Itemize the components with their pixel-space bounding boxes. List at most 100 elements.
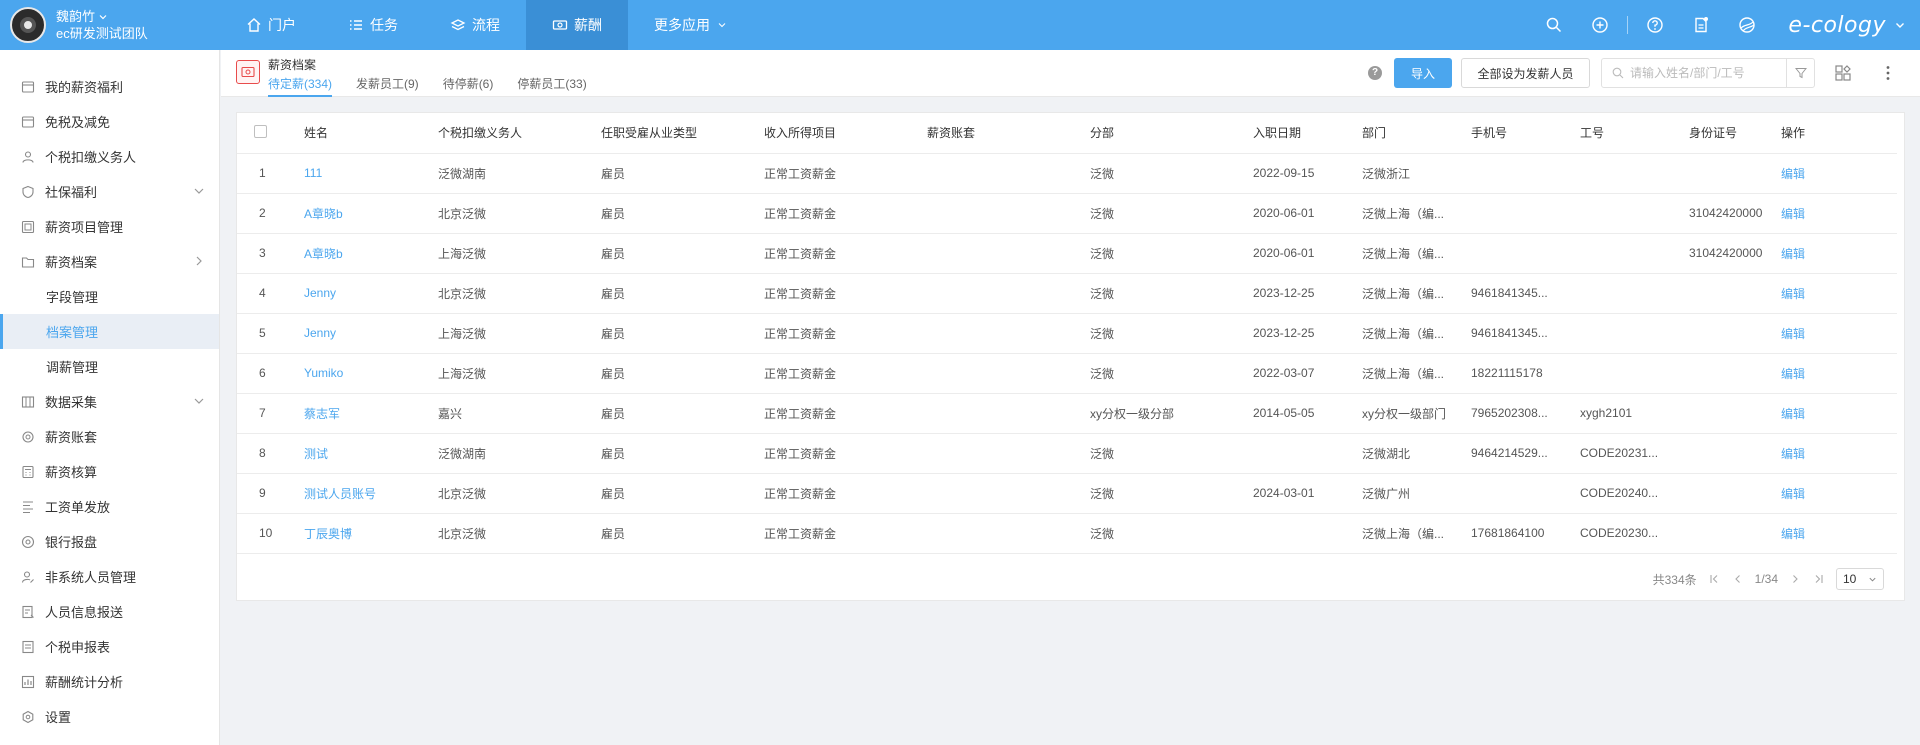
user-name[interactable]: 魏韵竹 [56, 8, 95, 25]
add-icon[interactable] [1590, 15, 1610, 35]
filter-icon[interactable] [1786, 59, 1814, 87]
table-cell: 雇员 [601, 153, 764, 194]
next-page-icon[interactable] [1788, 572, 1802, 586]
employee-name-link[interactable]: 测试人员账号 [304, 473, 438, 514]
sidebar-item-non-system-staff[interactable]: 非系统人员管理 [0, 559, 219, 594]
edit-link[interactable]: 编辑 [1781, 473, 1897, 514]
first-page-icon[interactable] [1707, 572, 1721, 586]
edit-link[interactable]: 编辑 [1781, 233, 1897, 274]
main-nav: 门户 任务 流程 薪酬 更多应用 [220, 0, 754, 50]
sidebar-item-salary-archive[interactable]: 薪资档案 [0, 244, 219, 279]
table-row[interactable]: 7 蔡志军 嘉兴 雇员 正常工资薪金 xy分权一级分部 2014-05-05 xy分权一级部门… [237, 393, 1897, 434]
nav-home[interactable]: 门户 [220, 0, 322, 50]
theme-icon[interactable] [1737, 15, 1757, 35]
sidebar-item-salary-stats[interactable]: 薪酬统计分析 [0, 664, 219, 699]
tab-paid[interactable]: 发薪员工(9) [356, 75, 419, 97]
table-row[interactable]: 1 111 泛微湖南 雇员 正常工资薪金 泛微 2022-09-15 泛微浙江 编辑 [237, 153, 1897, 194]
sidebar-item-label: 个税申报表 [45, 640, 111, 655]
table-row[interactable]: 10 丁辰奥博 北京泛微 雇员 正常工资薪金 泛微 泛微上海（编... 17681864100… [237, 513, 1897, 554]
edit-link[interactable]: 编辑 [1781, 313, 1897, 354]
avatar[interactable] [10, 7, 46, 43]
table-cell: 雇员 [601, 353, 764, 394]
employee-name-link[interactable]: 蔡志军 [304, 393, 438, 434]
set-all-payroll-button[interactable]: 全部设为发薪人员 [1461, 58, 1590, 88]
sidebar-item-field-management[interactable]: 字段管理 [0, 279, 219, 314]
sidebar-item-label: 设置 [45, 710, 72, 725]
sidebar-item-label: 字段管理 [46, 290, 99, 305]
table-cell: 上海泛微 [438, 353, 601, 394]
row-index: 6 [237, 353, 304, 394]
sidebar-item-social-welfare[interactable]: 社保福利 [0, 174, 219, 209]
edit-link[interactable]: 编辑 [1781, 393, 1897, 434]
help-icon[interactable]: ? [1368, 66, 1382, 80]
import-button[interactable]: 导入 [1394, 58, 1452, 88]
sidebar-item-data-collection[interactable]: 数据采集 [0, 384, 219, 419]
sidebar-item-payslip[interactable]: 工资单发放 [0, 489, 219, 524]
employee-name-link[interactable]: 111 [304, 153, 438, 194]
chevron-down-icon [718, 23, 726, 28]
ecology-logo[interactable]: e-cology [1788, 13, 1886, 38]
sidebar-item-info-report[interactable]: 人员信息报送 [0, 594, 219, 629]
table-row[interactable]: 5 Jenny 上海泛微 雇员 正常工资薪金 泛微 2023-12-25 泛微上海（编... 9… [237, 313, 1897, 354]
sidebar-item-tax-exempt[interactable]: 免税及减免 [0, 104, 219, 139]
nav-salary-label: 薪酬 [574, 17, 602, 33]
sidebar-item-my-salary[interactable]: 我的薪资福利 [0, 69, 219, 104]
sidebar-item-settings[interactable]: 设置 [0, 699, 219, 734]
table-card: 姓名 个税扣缴义务人 任职受雇从业类型 收入所得项目 薪资账套 分部 入职日期 … [236, 112, 1905, 601]
sidebar-item-salary-items[interactable]: 薪资项目管理 [0, 209, 219, 244]
tab-stopped[interactable]: 停薪员工(33) [517, 75, 586, 97]
sidebar-item-withholding-agent[interactable]: 个税扣缴义务人 [0, 139, 219, 174]
page-title: 薪资档案 [268, 58, 317, 72]
user-icon [21, 150, 35, 164]
sidebar-item-salary-calc[interactable]: 薪资核算 [0, 454, 219, 489]
table-cell [1253, 433, 1362, 474]
employee-name-link[interactable]: 测试 [304, 433, 438, 474]
tab-to-stop[interactable]: 待停薪(6) [443, 75, 494, 97]
table-row[interactable]: 9 测试人员账号 北京泛微 雇员 正常工资薪金 泛微 2024-03-01 泛微广州 CODE2… [237, 473, 1897, 514]
sidebar-item-label: 数据采集 [45, 395, 98, 410]
tab-pending[interactable]: 待定薪(334) [268, 75, 333, 97]
nav-more-apps[interactable]: 更多应用 [628, 0, 754, 50]
sidebar-item-salary-set[interactable]: 薪资账套 [0, 419, 219, 454]
edit-link[interactable]: 编辑 [1781, 433, 1897, 474]
employee-name-link[interactable]: A章晓b [304, 233, 438, 274]
employee-name-link[interactable]: A章晓b [304, 193, 438, 234]
user-brand[interactable]: 魏韵竹 ec研发测试团队 [0, 0, 220, 50]
select-all-checkbox[interactable] [254, 124, 267, 138]
sidebar-item-label: 薪资核算 [45, 465, 98, 480]
notice-icon[interactable] [1691, 15, 1711, 35]
sidebar-item-archive-management[interactable]: 档案管理 [0, 314, 219, 349]
edit-link[interactable]: 编辑 [1781, 273, 1897, 314]
table-row[interactable]: 2 A章晓b 北京泛微 雇员 正常工资薪金 泛微 2020-06-01 泛微上海（编... 31… [237, 193, 1897, 234]
table-row[interactable]: 6 Yumiko 上海泛微 雇员 正常工资薪金 泛微 2022-03-07 泛微上海（编...… [237, 353, 1897, 394]
help-icon[interactable] [1645, 15, 1665, 35]
table-cell: 泛微湖北 [1362, 433, 1471, 474]
nav-workflow[interactable]: 流程 [424, 0, 526, 50]
search-icon[interactable] [1544, 15, 1564, 35]
edit-link[interactable]: 编辑 [1781, 193, 1897, 234]
chevron-down-icon[interactable] [1894, 19, 1906, 31]
edit-link[interactable]: 编辑 [1781, 513, 1897, 554]
search-input[interactable] [1630, 66, 1780, 80]
edit-link[interactable]: 编辑 [1781, 353, 1897, 394]
nav-salary[interactable]: 薪酬 [526, 0, 628, 50]
table-row[interactable]: 4 Jenny 北京泛微 雇员 正常工资薪金 泛微 2023-12-25 泛微上海（编... 9… [237, 273, 1897, 314]
sidebar-item-tax-declaration[interactable]: 个税申报表 [0, 629, 219, 664]
table-cell [927, 433, 1090, 474]
last-page-icon[interactable] [1812, 572, 1826, 586]
employee-name-link[interactable]: Yumiko [304, 353, 438, 394]
more-vertical-icon[interactable] [1879, 64, 1897, 82]
prev-page-icon[interactable] [1731, 572, 1745, 586]
employee-name-link[interactable]: 丁辰奥博 [304, 513, 438, 554]
table-row[interactable]: 3 A章晓b 上海泛微 雇员 正常工资薪金 泛微 2020-06-01 泛微上海（编... 31… [237, 233, 1897, 274]
sidebar-item-bank-report[interactable]: 银行报盘 [0, 524, 219, 559]
employee-name-link[interactable]: Jenny [304, 313, 438, 354]
table-row[interactable]: 8 测试 泛微湖南 雇员 正常工资薪金 泛微 泛微湖北 9464214529... CODE20… [237, 433, 1897, 474]
edit-link[interactable]: 编辑 [1781, 153, 1897, 194]
layout-icon[interactable] [1834, 64, 1852, 82]
page-size-select[interactable]: 10 [1836, 568, 1884, 590]
employee-name-link[interactable]: Jenny [304, 273, 438, 314]
nav-tasks[interactable]: 任务 [322, 0, 424, 50]
sidebar-item-salary-adjust[interactable]: 调薪管理 [0, 349, 219, 384]
select-all-cell[interactable] [237, 113, 304, 154]
